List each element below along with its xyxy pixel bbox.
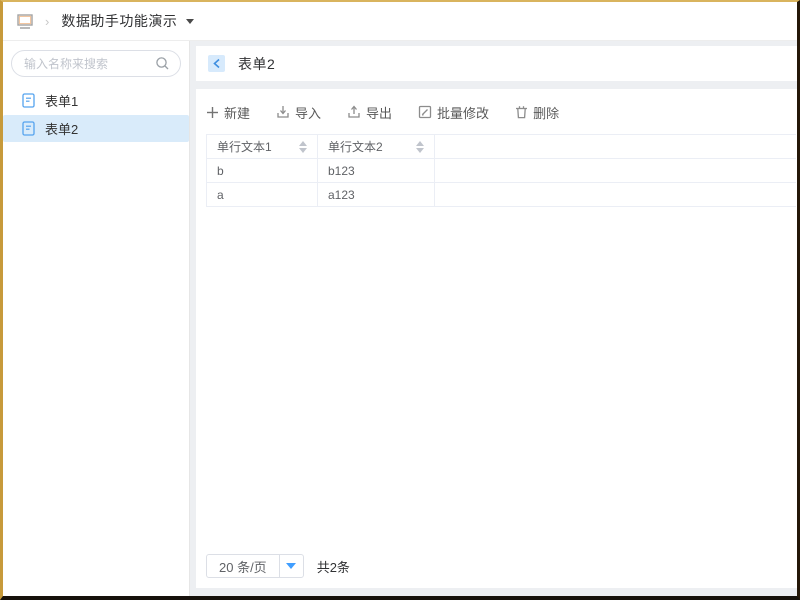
document-icon: [22, 93, 35, 108]
sidebar-item-form1[interactable]: 表单1: [3, 87, 189, 114]
total-count-label: 共2条: [317, 557, 350, 576]
trash-icon: [515, 105, 528, 119]
edit-icon: [418, 105, 432, 119]
toolbar-label: 删除: [533, 103, 559, 122]
column-header-empty: [435, 135, 797, 159]
delete-button[interactable]: 删除: [515, 103, 559, 122]
sidebar-item-form2[interactable]: 表单2: [3, 115, 189, 142]
table-row[interactable]: b b123: [207, 159, 797, 183]
pagination: 20 条/页 共2条: [206, 554, 797, 578]
search-icon[interactable]: [155, 56, 170, 71]
column-header-text1[interactable]: 单行文本1: [207, 135, 318, 159]
export-icon: [347, 105, 361, 119]
new-button[interactable]: 新建: [206, 103, 250, 122]
back-button[interactable]: [208, 55, 225, 72]
import-icon: [276, 105, 290, 119]
panel-header: 表单2: [196, 46, 797, 81]
sidebar: 表单1 表单2: [3, 41, 190, 596]
search-input[interactable]: [24, 57, 155, 71]
column-header-text2[interactable]: 单行文本2: [318, 135, 435, 159]
table-row[interactable]: a a123: [207, 183, 797, 207]
document-icon: [22, 121, 35, 136]
search-box: [11, 50, 181, 77]
title-dropdown-caret-icon[interactable]: [186, 19, 194, 24]
table-cell: b123: [318, 159, 435, 183]
page-size-select[interactable]: 20 条/页: [206, 554, 304, 578]
column-header-label: 单行文本1: [217, 138, 272, 155]
chevron-down-icon: [286, 563, 296, 569]
chevron-left-icon: [212, 58, 221, 69]
toolbar: 新建 导入: [206, 100, 797, 124]
toolbar-label: 新建: [224, 103, 250, 122]
column-header-label: 单行文本2: [328, 138, 383, 155]
top-bar: › 数据助手功能演示: [3, 2, 797, 41]
page-size-value: 20 条/页: [207, 555, 279, 577]
toolbar-label: 批量修改: [437, 103, 489, 122]
app-title[interactable]: 数据助手功能演示: [61, 11, 177, 31]
breadcrumb-chevron-icon: ›: [45, 14, 49, 29]
table-cell: b: [207, 159, 318, 183]
content-card: 新建 导入: [196, 89, 797, 588]
batch-edit-button[interactable]: 批量修改: [418, 103, 489, 122]
import-button[interactable]: 导入: [276, 103, 321, 122]
sort-caret-icon[interactable]: [299, 141, 307, 153]
select-caret-zone[interactable]: [279, 555, 303, 577]
table-cell: a123: [318, 183, 435, 207]
sort-caret-icon[interactable]: [416, 141, 424, 153]
sidebar-item-label: 表单2: [45, 119, 78, 138]
main-area: 表单2 新建: [190, 41, 797, 596]
empty-space: [206, 207, 797, 554]
export-button[interactable]: 导出: [347, 103, 392, 122]
panel-title: 表单2: [238, 54, 275, 74]
table-cell: [435, 183, 797, 207]
sidebar-item-label: 表单1: [45, 91, 78, 110]
table-cell: a: [207, 183, 318, 207]
panel-gap: [196, 81, 797, 89]
toolbar-label: 导出: [366, 103, 392, 122]
table-cell: [435, 159, 797, 183]
table-header-row: 单行文本1 单行文本2: [207, 135, 797, 159]
toolbar-label: 导入: [295, 103, 321, 122]
data-table: 单行文本1 单行文本2: [206, 134, 796, 207]
plus-icon: [206, 106, 219, 119]
monitor-icon[interactable]: [15, 13, 35, 30]
app-window: › 数据助手功能演示 表单1: [0, 0, 800, 600]
